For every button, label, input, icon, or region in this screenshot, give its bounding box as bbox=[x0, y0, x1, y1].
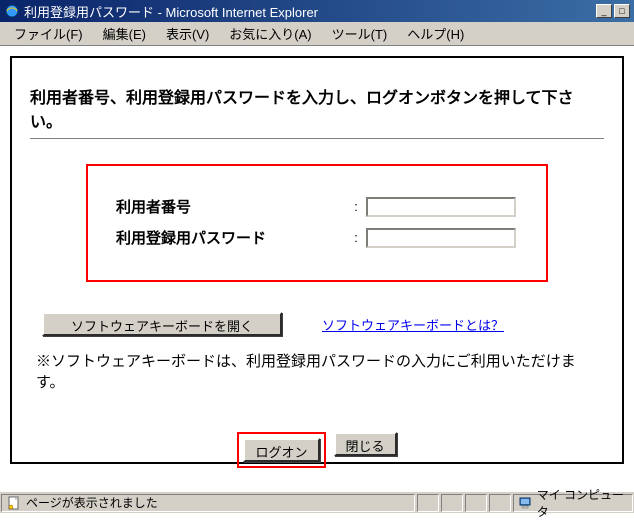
maximize-button[interactable]: □ bbox=[614, 4, 630, 18]
action-buttons: ログオン 閉じる bbox=[30, 432, 604, 468]
software-keyboard-note: ※ソフトウェアキーボードは、利用登録用パスワードの入力にご利用いただけます。 bbox=[36, 350, 604, 392]
zone-pane: マイ コンピュータ bbox=[513, 494, 633, 512]
window-title: 利用登録用パスワード - Microsoft Internet Explorer bbox=[24, 2, 596, 21]
ie-icon bbox=[4, 3, 20, 19]
logon-highlight: ログオン bbox=[237, 432, 325, 468]
status-bar: ページが表示されました マイ コンピュータ bbox=[0, 491, 634, 513]
user-number-label: 利用者番号 bbox=[116, 196, 346, 217]
content-area: 利用者番号、利用登録用パスワードを入力し、ログオンボタンを押して下さい。 利用者… bbox=[0, 46, 634, 480]
colon: : bbox=[346, 199, 366, 214]
menu-file[interactable]: ファイル(F) bbox=[6, 22, 91, 45]
colon: : bbox=[346, 230, 366, 245]
title-bar: 利用登録用パスワード - Microsoft Internet Explorer… bbox=[0, 0, 634, 22]
status-pane-5 bbox=[489, 494, 511, 512]
menu-view[interactable]: 表示(V) bbox=[158, 22, 217, 45]
menu-edit[interactable]: 編集(E) bbox=[95, 22, 154, 45]
password-label: 利用登録用パスワード bbox=[116, 227, 346, 248]
document-icon bbox=[6, 495, 22, 511]
software-keyboard-help-link[interactable]: ソフトウェアキーボードとは？ bbox=[322, 315, 504, 334]
close-button[interactable]: 閉じる bbox=[334, 432, 397, 456]
menu-bar: ファイル(F) 編集(E) 表示(V) お気に入り(A) ツール(T) ヘルプ(… bbox=[0, 22, 634, 46]
status-pane-4 bbox=[465, 494, 487, 512]
menu-help[interactable]: ヘルプ(H) bbox=[399, 22, 472, 45]
minimize-button[interactable]: _ bbox=[596, 4, 612, 18]
divider bbox=[30, 138, 604, 140]
zone-label: マイ コンピュータ bbox=[537, 486, 628, 520]
page-heading: 利用者番号、利用登録用パスワードを入力し、ログオンボタンを押して下さい。 bbox=[30, 84, 604, 132]
menu-tools[interactable]: ツール(T) bbox=[324, 22, 396, 45]
login-form: 利用者番号 : 利用登録用パスワード : bbox=[86, 164, 548, 282]
password-row: 利用登録用パスワード : bbox=[116, 227, 518, 248]
window-controls: _ □ bbox=[596, 4, 630, 18]
logon-button[interactable]: ログオン bbox=[243, 438, 319, 462]
status-pane-2 bbox=[417, 494, 439, 512]
user-number-row: 利用者番号 : bbox=[116, 196, 518, 217]
user-number-input[interactable] bbox=[366, 197, 516, 217]
password-input[interactable] bbox=[366, 228, 516, 248]
status-pane-3 bbox=[441, 494, 463, 512]
status-message-pane: ページが表示されました bbox=[1, 494, 415, 512]
page-frame: 利用者番号、利用登録用パスワードを入力し、ログオンボタンを押して下さい。 利用者… bbox=[10, 56, 624, 464]
software-keyboard-row: ソフトウェアキーボードを開く ソフトウェアキーボードとは？ bbox=[42, 312, 604, 336]
computer-icon bbox=[518, 495, 533, 511]
open-software-keyboard-button[interactable]: ソフトウェアキーボードを開く bbox=[42, 312, 282, 336]
menu-favorites[interactable]: お気に入り(A) bbox=[221, 22, 319, 45]
status-message: ページが表示されました bbox=[26, 494, 158, 511]
